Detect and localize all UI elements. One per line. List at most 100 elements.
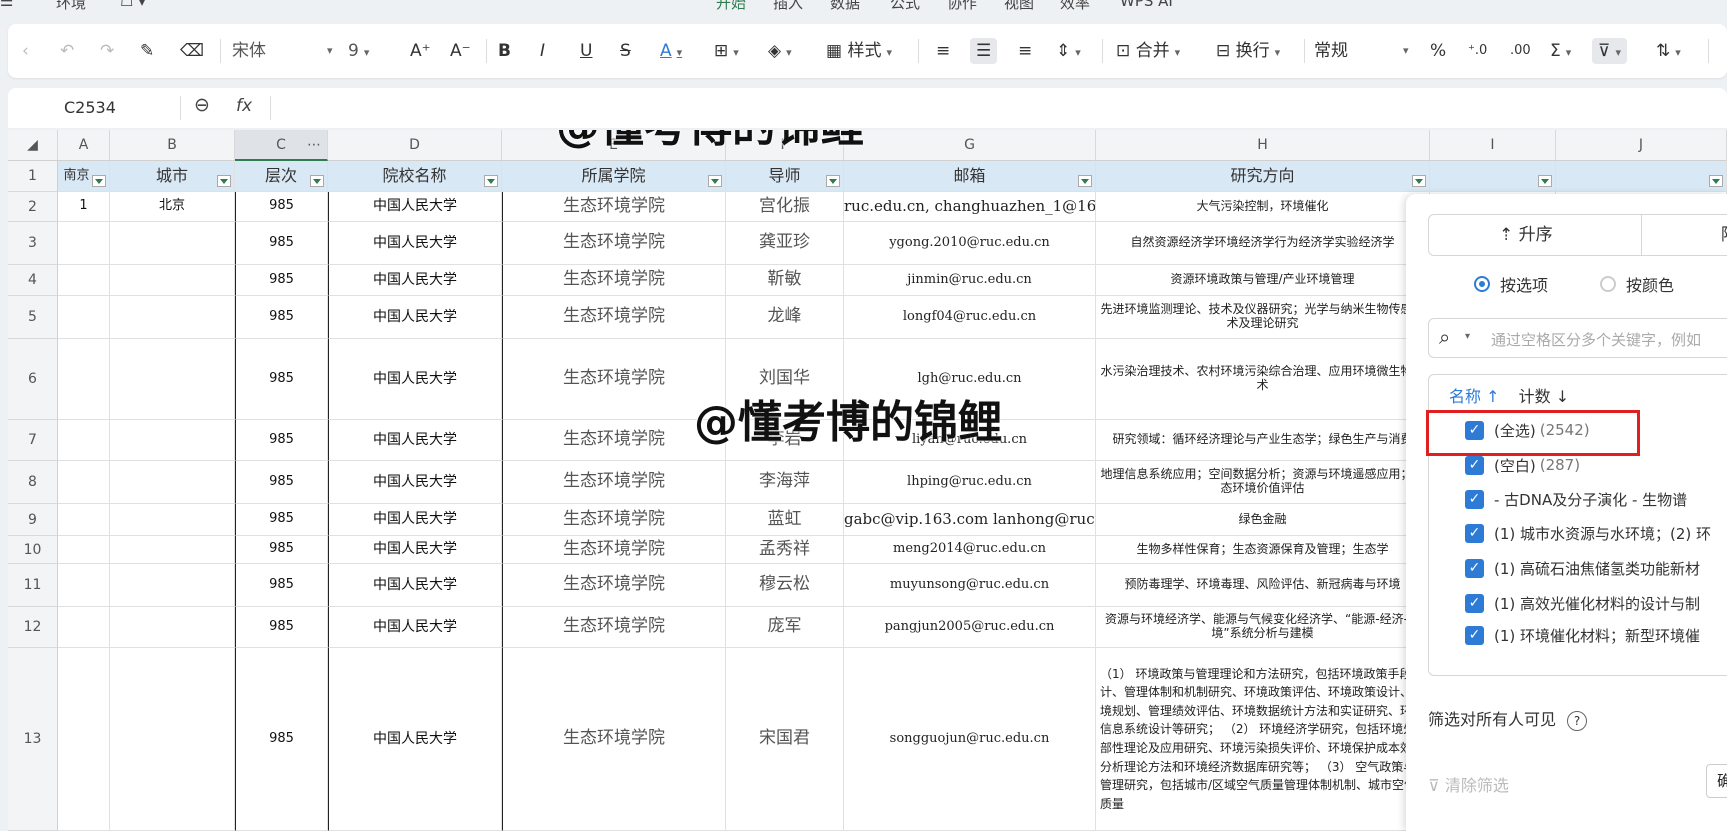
filter-list-item[interactable]: ✓ (1) 城市水资源与水环境；(2) 环: [1465, 521, 1711, 545]
menu-tab-formula[interactable]: 公式: [890, 0, 920, 13]
row-header[interactable]: 12: [8, 607, 58, 648]
number-format-select[interactable]: 常规 ▾: [1314, 38, 1414, 64]
menu-tab-data[interactable]: 数据: [830, 0, 860, 13]
sort-by-name[interactable]: 名称 ↑: [1449, 387, 1500, 406]
header-cell-e[interactable]: 所属学院: [502, 161, 726, 192]
cell-c[interactable]: 985: [235, 536, 328, 564]
cell-b[interactable]: [110, 296, 235, 339]
cell-a[interactable]: [58, 265, 110, 296]
cell-e[interactable]: 生态环境学院: [502, 192, 726, 222]
eraser-icon[interactable]: ⌫: [180, 38, 204, 64]
row-header[interactable]: 9: [8, 504, 58, 536]
col-header-g[interactable]: G: [844, 130, 1096, 161]
font-size-select[interactable]: 9 ▾: [348, 38, 398, 64]
cell-e[interactable]: 生态环境学院: [502, 564, 726, 607]
cell-d[interactable]: 中国人民大学: [328, 420, 502, 461]
decrease-decimal-icon[interactable]: .00: [1510, 38, 1531, 64]
border-icon[interactable]: ⊞ ▾: [714, 38, 739, 64]
checkbox-checked-icon[interactable]: ✓: [1465, 558, 1484, 578]
cell-g[interactable]: jinmin@ruc.edu.cn: [844, 265, 1096, 296]
filter-dropdown-icon[interactable]: [708, 175, 722, 187]
increase-font-icon[interactable]: A⁺: [410, 38, 431, 64]
cell-a[interactable]: [58, 564, 110, 607]
align-left-icon[interactable]: ≡: [936, 38, 950, 64]
col-header-h[interactable]: H: [1096, 130, 1430, 161]
cell-d[interactable]: 中国人民大学: [328, 461, 502, 504]
cell-h[interactable]: 生物多样性保育；生态资源保育及管理；生态学: [1096, 536, 1430, 564]
help-icon[interactable]: ?: [1567, 711, 1588, 731]
redo-icon[interactable]: ↷: [100, 38, 114, 64]
cell-b[interactable]: [110, 564, 235, 607]
fx-icon[interactable]: fx: [236, 96, 252, 116]
menu-item-env[interactable]: 环境: [56, 0, 86, 13]
cell-g[interactable]: ruc.edu.cn, changhuazhen_1@16: [844, 192, 1096, 222]
col-header-d[interactable]: D: [328, 130, 502, 161]
cell-a[interactable]: [58, 648, 110, 831]
checkbox-checked-icon[interactable]: ✓: [1465, 489, 1484, 509]
cell-b[interactable]: [110, 648, 235, 831]
filter-list-item[interactable]: ✓ - 古DNA及分子演化 - 生物谱: [1465, 487, 1687, 511]
cell-c[interactable]: 985: [235, 564, 328, 607]
cell-f[interactable]: 孟秀祥: [726, 536, 844, 564]
cell-h[interactable]: 先进环境监测理论、技术及仪器研究；光学与纳米生物传感技术及理论研究: [1096, 296, 1430, 339]
cell-d[interactable]: 中国人民大学: [328, 339, 502, 420]
header-cell-f[interactable]: 导师: [726, 161, 844, 192]
cell-f[interactable]: 宋国君: [726, 648, 844, 831]
cell-h[interactable]: 自然资源经济学环境经济学行为经济学实验经济学: [1096, 222, 1430, 265]
header-cell-b[interactable]: 城市: [110, 161, 235, 192]
cell-g[interactable]: longf04@ruc.edu.cn: [844, 296, 1096, 339]
align-right-icon[interactable]: ≡: [1018, 38, 1032, 64]
cell-a[interactable]: [58, 222, 110, 265]
menu-tab-efficiency[interactable]: 效率: [1060, 0, 1090, 13]
format-painter-icon[interactable]: ✎: [140, 38, 154, 64]
cell-f[interactable]: 李海萍: [726, 461, 844, 504]
cell-e[interactable]: 生态环境学院: [502, 536, 726, 564]
col-header-b[interactable]: B: [110, 130, 235, 161]
cell-b[interactable]: [110, 339, 235, 420]
cell-a[interactable]: [58, 607, 110, 648]
back-icon[interactable]: ‹: [22, 38, 29, 64]
cell-g[interactable]: pangjun2005@ruc.edu.cn: [844, 607, 1096, 648]
col-header-i[interactable]: I: [1430, 130, 1556, 161]
cell-h[interactable]: 地理信息系统应用；空间数据分析；资源与环境遥感应用；生态环境价值评估: [1096, 461, 1430, 504]
cell-e[interactable]: 生态环境学院: [502, 339, 726, 420]
row-header[interactable]: 5: [8, 296, 58, 339]
row-header[interactable]: 7: [8, 420, 58, 461]
cell-f[interactable]: 龚亚珍: [726, 222, 844, 265]
increase-decimal-icon[interactable]: ⁺.0: [1468, 38, 1487, 64]
cell-g[interactable]: lhping@ruc.edu.cn: [844, 461, 1096, 504]
cell-e[interactable]: 生态环境学院: [502, 296, 726, 339]
cell-e[interactable]: 生态环境学院: [502, 461, 726, 504]
wrap-button[interactable]: ⊟ 换行 ▾: [1216, 38, 1280, 64]
checkbox-checked-icon[interactable]: ✓: [1465, 455, 1484, 475]
menu-tab-wps-ai[interactable]: WPS AI: [1120, 0, 1173, 10]
cell-b[interactable]: [110, 504, 235, 536]
cell-a[interactable]: 1: [58, 192, 110, 222]
strikethrough-icon[interactable]: S: [620, 38, 631, 64]
cell-d[interactable]: 中国人民大学: [328, 607, 502, 648]
italic-icon[interactable]: I: [540, 38, 545, 64]
cell-h[interactable]: 资源环境政策与管理/产业环境管理: [1096, 265, 1430, 296]
sort-by-count[interactable]: 计数 ↓: [1519, 387, 1570, 406]
font-color-icon[interactable]: A ▾: [660, 38, 682, 64]
cell-a[interactable]: [58, 339, 110, 420]
select-all-corner[interactable]: ◢: [8, 130, 58, 161]
style-button[interactable]: ▦ 样式 ▾: [826, 38, 892, 64]
cell-h[interactable]: 水污染治理技术、农村环境污染综合治理、应用环境微生物技术: [1096, 339, 1430, 420]
filter-dropdown-icon[interactable]: [1709, 175, 1723, 187]
cell-b[interactable]: [110, 461, 235, 504]
menu-tab-view[interactable]: 视图: [1004, 0, 1034, 13]
header-cell-a[interactable]: 南京: [58, 161, 110, 192]
row-header[interactable]: 13: [8, 648, 58, 831]
cell-g[interactable]: meng2014@ruc.edu.cn: [844, 536, 1096, 564]
cell-g[interactable]: gabc@vip.163.com lanhong@ruc: [844, 504, 1096, 536]
cell-name-box[interactable]: C2534: [64, 98, 116, 117]
cell-e[interactable]: 生态环境学院: [502, 265, 726, 296]
hamburger-icon[interactable]: ☰: [0, 0, 13, 10]
cell-d[interactable]: 中国人民大学: [328, 536, 502, 564]
header-cell-h[interactable]: 研究方向: [1096, 161, 1430, 192]
cell-h[interactable]: 资源与环境经济学、能源与气候变化经济学、“能源-经济-环境”系统分析与建模: [1096, 607, 1430, 648]
menu-tab-insert[interactable]: 插入: [773, 0, 803, 13]
cell-b[interactable]: [110, 420, 235, 461]
cell-f[interactable]: 穆云松: [726, 564, 844, 607]
